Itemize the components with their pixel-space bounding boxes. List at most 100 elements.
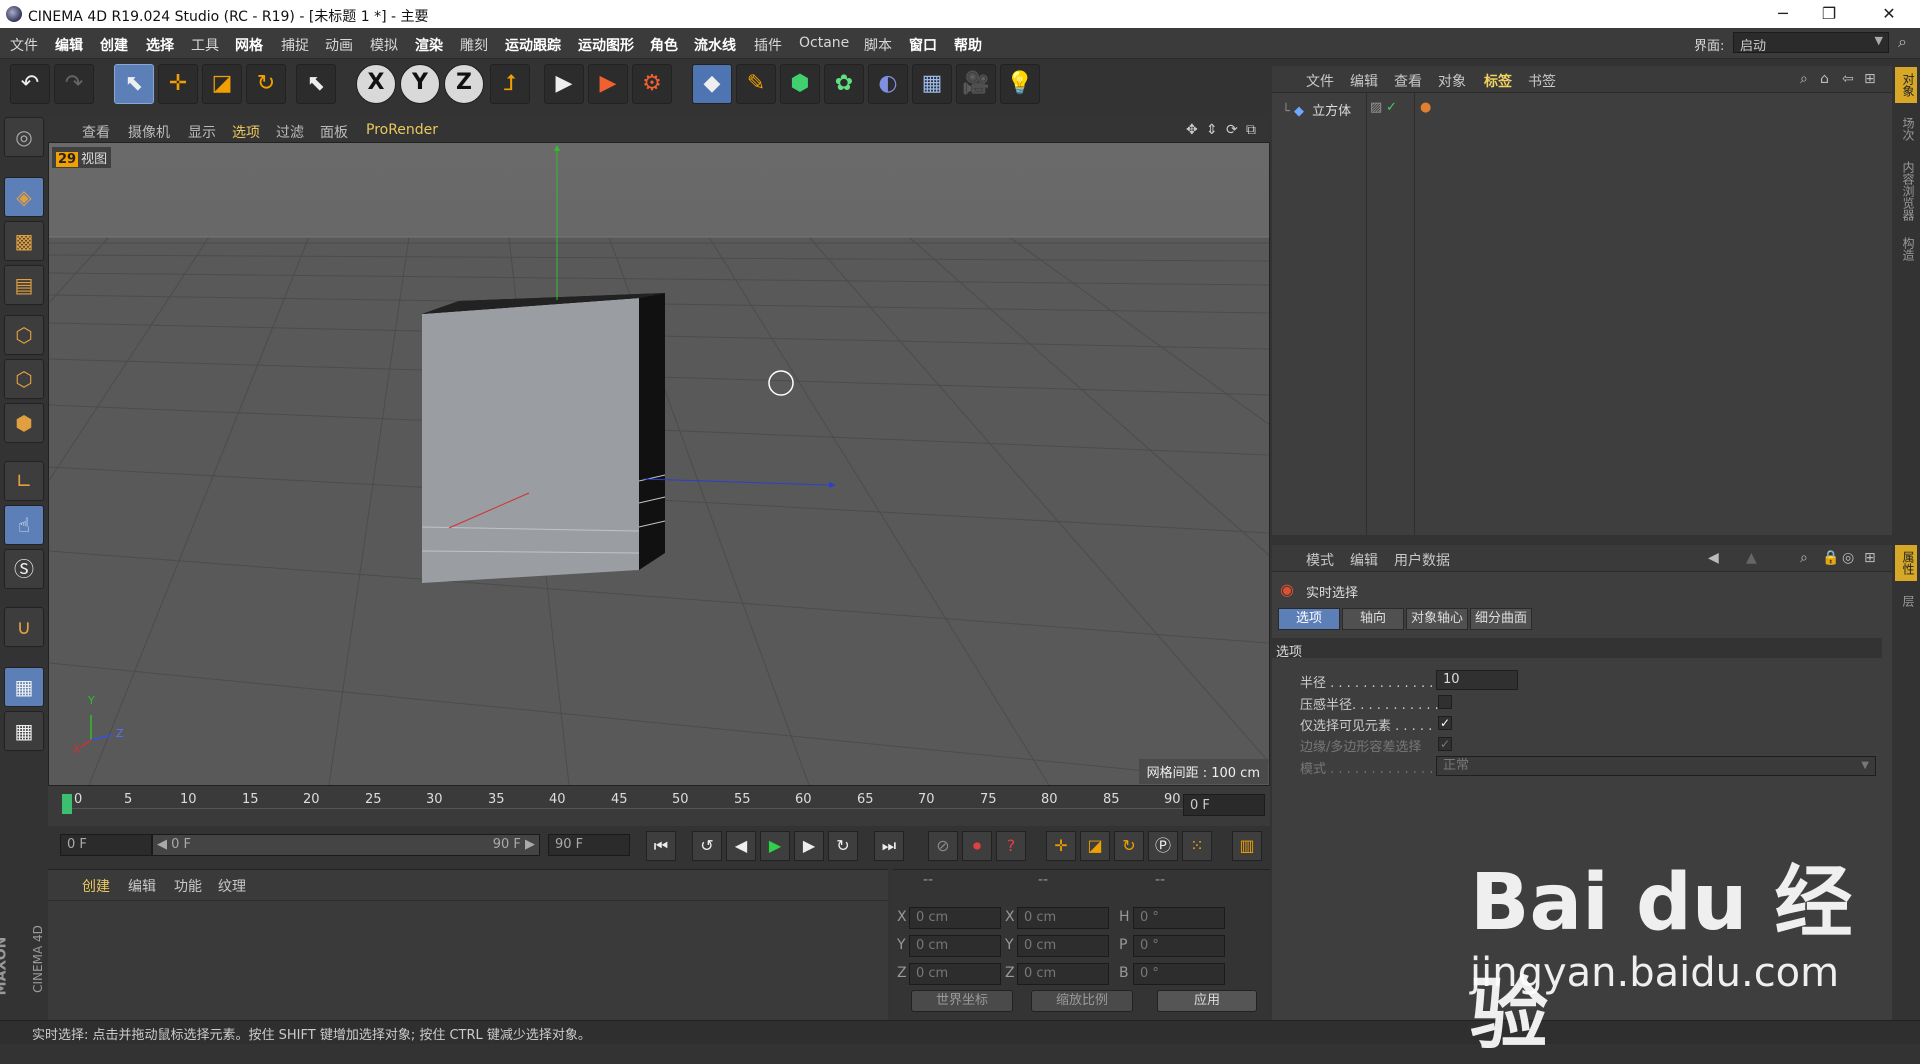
playhead[interactable]: [62, 794, 72, 814]
model-mode-icon[interactable]: ◈: [4, 177, 44, 217]
previous-frame-icon[interactable]: ◀: [726, 831, 756, 861]
last-used-tool-icon[interactable]: ⬉: [296, 64, 336, 104]
back-arrow-icon[interactable]: ◀: [1708, 550, 1719, 566]
workplane-mode-icon[interactable]: ▤: [4, 265, 44, 305]
target-icon[interactable]: ◎: [1842, 550, 1854, 566]
menu-file[interactable]: 文件: [10, 35, 38, 55]
start-frame-field[interactable]: 0 F: [60, 834, 152, 856]
planar-workplane-icon[interactable]: ▦: [4, 711, 44, 751]
pen-spline-icon[interactable]: ✎: [736, 64, 776, 104]
object-list[interactable]: [1272, 93, 1892, 535]
minimize-button[interactable]: ─: [1760, 0, 1806, 28]
mode-dropdown[interactable]: 正常 ▼: [1436, 756, 1876, 776]
render-settings-icon[interactable]: ⚙: [632, 64, 672, 104]
coords-rot-b-field[interactable]: 0 °: [1133, 963, 1225, 985]
menu-motion-tracker[interactable]: 运动跟踪: [505, 35, 561, 55]
texture-mode-icon[interactable]: ▩: [4, 221, 44, 261]
material-menu-create[interactable]: 创建: [82, 876, 110, 896]
edge-poly-tolerance-checkbox[interactable]: ✓: [1438, 737, 1452, 751]
radius-field[interactable]: 10: [1436, 670, 1518, 690]
key-rotation-icon[interactable]: ↻: [1114, 831, 1144, 861]
go-to-start-icon[interactable]: ⏮: [646, 831, 676, 861]
dock-tab-structure[interactable]: 构造: [1895, 231, 1917, 267]
range-slider[interactable]: ◀ 0 F 90 F ▶: [152, 834, 540, 856]
layout-select[interactable]: 启动 ▼: [1733, 32, 1889, 54]
render-view-icon[interactable]: ▶: [544, 64, 584, 104]
move-icon[interactable]: ✛: [158, 64, 198, 104]
key-pla-icon[interactable]: ⁙: [1182, 831, 1212, 861]
lock-icon[interactable]: 🔒: [1822, 550, 1839, 566]
perspective-viewport[interactable]: Y Z X 网格间距 : 100 cm: [48, 142, 1270, 786]
menu-select[interactable]: 选择: [146, 35, 174, 55]
tab-object-axis[interactable]: 对象轴心: [1406, 608, 1468, 630]
coords-rot-h-field[interactable]: 0 °: [1133, 907, 1225, 929]
light-icon[interactable]: 💡: [1000, 64, 1040, 104]
cube-front-face[interactable]: [422, 298, 639, 583]
scale-icon[interactable]: ◪: [202, 64, 242, 104]
menu-tools[interactable]: 工具: [191, 35, 219, 55]
search-icon[interactable]: ⌕: [1800, 71, 1808, 87]
dock-tab-takes[interactable]: 场次: [1895, 111, 1917, 147]
edges-mode-icon[interactable]: ⬡: [4, 359, 44, 399]
world-coordinates-dropdown[interactable]: 世界坐标: [911, 990, 1013, 1012]
restore-button[interactable]: ❐: [1806, 0, 1852, 28]
om-menu-view[interactable]: 查看: [1394, 71, 1422, 91]
coords-pos-z-field[interactable]: 0 cm: [909, 963, 1001, 985]
workplane-lock-icon[interactable]: ▦: [4, 667, 44, 707]
cloner-icon[interactable]: ✿: [824, 64, 864, 104]
coords-rot-p-field[interactable]: 0 °: [1133, 935, 1225, 957]
menu-mograph[interactable]: 运动图形: [578, 35, 634, 55]
viewport-zoom-icon[interactable]: ⇕: [1206, 122, 1218, 138]
new-window-icon[interactable]: ⊞: [1864, 550, 1876, 566]
timeline-window-icon[interactable]: ▥: [1232, 831, 1262, 861]
camera-icon[interactable]: 🎥: [956, 64, 996, 104]
play-icon[interactable]: ▶: [760, 831, 790, 861]
tab-options[interactable]: 选项: [1278, 608, 1340, 630]
key-position-icon[interactable]: ✛: [1046, 831, 1076, 861]
next-frame-icon[interactable]: ▶: [794, 831, 824, 861]
viewport-menu-camera[interactable]: 摄像机: [128, 122, 170, 142]
object-row-cube[interactable]: └ ◆ 立方体 ▨ ✓ ●: [1282, 100, 1431, 119]
previous-key-icon[interactable]: ↺: [692, 831, 722, 861]
menu-simulate[interactable]: 模拟: [370, 35, 398, 55]
key-parameter-icon[interactable]: Ⓟ: [1148, 831, 1178, 861]
undo-icon[interactable]: ↶: [10, 64, 50, 104]
viewport-move-icon[interactable]: ✥: [1186, 122, 1198, 138]
material-tag-icon[interactable]: ●: [1420, 100, 1431, 115]
am-menu-mode[interactable]: 模式: [1306, 550, 1334, 570]
apply-button[interactable]: 应用: [1157, 990, 1257, 1012]
viewport-menu-options[interactable]: 选项: [232, 122, 260, 142]
material-menu-texture[interactable]: 纹理: [218, 876, 246, 896]
axis-mode-icon[interactable]: ∟: [4, 461, 44, 501]
coordinate-system-icon[interactable]: ⮥: [490, 64, 530, 104]
tweak-mode-icon[interactable]: ☝: [4, 505, 44, 545]
pressure-radius-checkbox[interactable]: [1438, 695, 1452, 709]
menu-pipeline[interactable]: 流水线: [694, 35, 736, 55]
menu-mesh[interactable]: 网格: [235, 35, 263, 55]
menu-help[interactable]: 帮助: [954, 35, 982, 55]
subdivision-surface-icon[interactable]: ⬢: [780, 64, 820, 104]
om-menu-edit[interactable]: 编辑: [1350, 71, 1378, 91]
om-menu-bookmarks[interactable]: 书签: [1528, 71, 1556, 91]
make-editable-icon[interactable]: ◎: [4, 117, 44, 157]
menu-animate[interactable]: 动画: [325, 35, 353, 55]
coords-size-y-field[interactable]: 0 cm: [1017, 935, 1109, 957]
next-key-icon[interactable]: ↻: [828, 831, 858, 861]
am-menu-edit[interactable]: 编辑: [1350, 550, 1378, 570]
points-mode-icon[interactable]: ⬡: [4, 315, 44, 355]
cube-icon[interactable]: ◆: [692, 64, 732, 104]
om-menu-objects[interactable]: 对象: [1438, 71, 1466, 91]
live-selection-icon[interactable]: ⬉: [114, 64, 154, 104]
viewport-menu-panel[interactable]: 面板: [320, 122, 348, 142]
tab-axis[interactable]: 轴向: [1342, 608, 1404, 630]
record-keys-icon[interactable]: ⊘: [928, 831, 958, 861]
y-axis-lock-icon[interactable]: Y: [400, 64, 440, 104]
render-to-picture-viewer-icon[interactable]: ▶: [588, 64, 628, 104]
redo-icon[interactable]: ↷: [54, 64, 94, 104]
om-menu-file[interactable]: 文件: [1306, 71, 1334, 91]
menu-plugins[interactable]: 插件: [754, 35, 782, 55]
menu-render[interactable]: 渲染: [415, 35, 443, 55]
menu-sculpt[interactable]: 雕刻: [460, 35, 488, 55]
coords-pos-x-field[interactable]: 0 cm: [909, 907, 1001, 929]
new-window-icon[interactable]: ⊞: [1864, 71, 1876, 87]
